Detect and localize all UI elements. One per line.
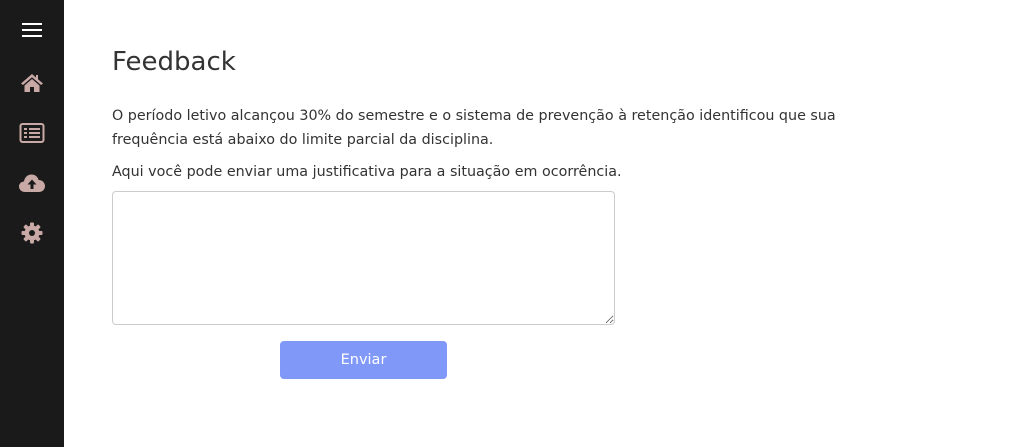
send-button[interactable]: Enviar <box>280 341 447 379</box>
home-icon <box>21 74 43 92</box>
menu-button[interactable] <box>0 10 64 50</box>
sidebar-item-list[interactable] <box>0 113 64 153</box>
sidebar-item-settings[interactable] <box>0 213 64 253</box>
justification-textarea[interactable] <box>112 191 615 325</box>
sidebar <box>0 0 64 447</box>
sidebar-item-upload[interactable] <box>0 163 64 203</box>
attendance-warning-text: O período letivo alcançou 30% do semestr… <box>112 108 836 148</box>
gear-icon <box>21 222 43 244</box>
list-icon <box>19 123 45 143</box>
page-title: Feedback <box>112 47 236 77</box>
instruction-text: Aqui você pode enviar uma justificativa … <box>112 164 622 180</box>
sidebar-item-home[interactable] <box>0 63 64 103</box>
menu-icon <box>22 23 42 37</box>
cloud-upload-icon <box>19 174 45 192</box>
